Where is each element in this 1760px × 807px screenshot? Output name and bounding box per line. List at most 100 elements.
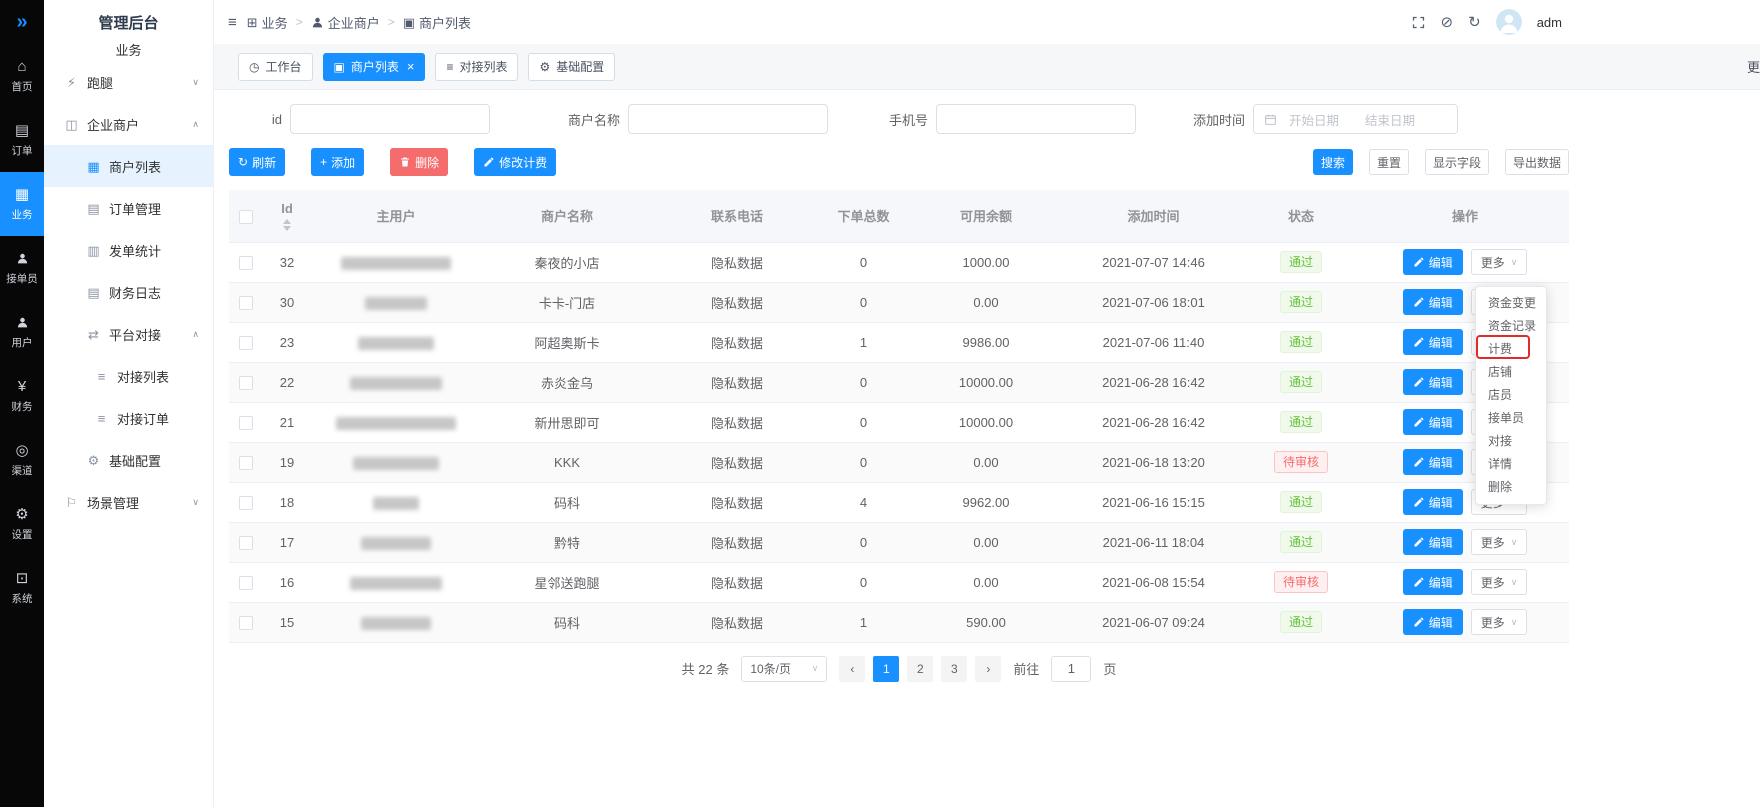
rail-item-渠道[interactable]: ◎渠道 — [0, 428, 44, 492]
date-range-picker[interactable]: 开始日期 结束日期 — [1253, 104, 1458, 134]
more-button[interactable]: 更多 ∨ — [1471, 569, 1528, 595]
edit-button[interactable]: 编辑 — [1403, 609, 1463, 635]
edit-button[interactable]: 编辑 — [1403, 409, 1463, 435]
rail-item-label: 财务 — [12, 399, 33, 414]
refresh-button[interactable]: ↻ 刷新 — [229, 148, 285, 176]
menu-item-接单员[interactable]: 接单员 — [1476, 407, 1546, 430]
edit-button[interactable]: 编辑 — [1403, 289, 1463, 315]
cell-added-time: 2021-06-18 13:20 — [1066, 442, 1241, 482]
avatar[interactable] — [1496, 9, 1522, 35]
add-button[interactable]: + 添加 — [311, 148, 364, 176]
menu-item-店铺[interactable]: 店铺 — [1476, 361, 1546, 384]
reset-button[interactable]: 重置 — [1369, 149, 1409, 175]
rail-item-业务[interactable]: ▦业务 — [0, 172, 44, 236]
cell-merchant-name: 码科 — [481, 482, 653, 522]
menu-item-资金变更[interactable]: 资金变更 — [1476, 292, 1546, 315]
list-icon: ≡ — [94, 370, 109, 383]
rail-item-用户[interactable]: 用户 — [0, 300, 44, 364]
tab-对接列表[interactable]: ≡对接列表 — [435, 53, 518, 81]
page-button-3[interactable]: 3 — [941, 656, 967, 682]
sort-icon[interactable] — [283, 219, 291, 231]
delete-button[interactable]: 删除 — [390, 148, 448, 176]
export-data-button[interactable]: 导出数据 — [1505, 149, 1569, 175]
edit-button[interactable]: 编辑 — [1403, 569, 1463, 595]
breadcrumb-item-商户列表[interactable]: ▣商户列表 — [403, 13, 471, 32]
merchant-name-input[interactable] — [628, 104, 828, 134]
id-input[interactable] — [290, 104, 490, 134]
more-button[interactable]: 更多 ∨ — [1471, 249, 1528, 275]
rail-item-首页[interactable]: ⌂首页 — [0, 44, 44, 108]
tab-基础配置[interactable]: ⚙基础配置 — [528, 53, 615, 81]
row-checkbox[interactable] — [239, 536, 253, 550]
sidebar-item-发单统计[interactable]: ▥发单统计 — [44, 229, 213, 271]
sidebar-item-订单管理[interactable]: ▤订单管理 — [44, 187, 213, 229]
sidebar-item-企业商户[interactable]: ◫企业商户∧ — [44, 103, 213, 145]
collapse-sidebar-icon[interactable]: ≡ — [228, 14, 237, 31]
clock-icon: ◷ — [249, 61, 259, 73]
edit-billing-button[interactable]: 修改计费 — [474, 148, 556, 176]
breadcrumb-item-业务[interactable]: ⊞业务 — [247, 13, 288, 32]
row-checkbox[interactable] — [239, 256, 253, 270]
user-name[interactable]: adm — [1537, 15, 1562, 30]
menu-item-资金记录[interactable]: 资金记录 — [1476, 315, 1546, 338]
row-checkbox[interactable] — [239, 296, 253, 310]
row-checkbox[interactable] — [239, 456, 253, 470]
menu-item-计费[interactable]: 计费 — [1476, 338, 1546, 361]
sidebar-item-对接订单[interactable]: ≡对接订单 — [44, 397, 213, 439]
tab-bar: ◷工作台 ▣商户列表× ≡对接列表 ⚙基础配置 更多 — [214, 44, 1760, 90]
edit-button[interactable]: 编辑 — [1403, 329, 1463, 355]
menu-item-删除[interactable]: 删除 — [1476, 476, 1546, 499]
select-all-checkbox[interactable] — [239, 210, 253, 224]
prev-page-button[interactable]: ‹ — [839, 656, 865, 682]
rail-item-财务[interactable]: ¥财务 — [0, 364, 44, 428]
sidebar-item-对接列表[interactable]: ≡对接列表 — [44, 355, 213, 397]
row-checkbox[interactable] — [239, 496, 253, 510]
tab-工作台[interactable]: ◷工作台 — [238, 53, 313, 81]
column-header-可用余额: 可用余额 — [906, 190, 1066, 242]
row-checkbox[interactable] — [239, 336, 253, 350]
fullscreen-icon[interactable] — [1411, 15, 1426, 30]
rail-item-订单[interactable]: ▤订单 — [0, 108, 44, 172]
edit-button[interactable]: 编辑 — [1403, 449, 1463, 475]
more-button[interactable]: 更多 ∨ — [1471, 529, 1528, 555]
tab-商户列表[interactable]: ▣商户列表× — [323, 53, 426, 81]
close-icon[interactable]: × — [407, 60, 415, 73]
circle-slash-icon[interactable]: ⊘ — [1441, 15, 1454, 30]
sidebar-item-基础配置[interactable]: ⚙基础配置 — [44, 439, 213, 481]
menu-item-详情[interactable]: 详情 — [1476, 453, 1546, 476]
rail-item-系统[interactable]: ⊡系统 — [0, 556, 44, 620]
breadcrumb-item-企业商户[interactable]: 企业商户 — [311, 13, 380, 32]
page-size-select[interactable]: 10条/页 ∨ — [741, 656, 827, 682]
row-checkbox[interactable] — [239, 416, 253, 430]
row-checkbox[interactable] — [239, 376, 253, 390]
column-header-Id[interactable]: Id — [263, 190, 311, 242]
phone-input[interactable] — [936, 104, 1136, 134]
menu-item-对接[interactable]: 对接 — [1476, 430, 1546, 453]
page-button-1[interactable]: 1 — [873, 656, 899, 682]
row-checkbox[interactable] — [239, 576, 253, 590]
more-button[interactable]: 更多 ∨ — [1471, 609, 1528, 635]
edit-button[interactable]: 编辑 — [1403, 489, 1463, 515]
row-checkbox[interactable] — [239, 616, 253, 630]
rail-item-设置[interactable]: ⚙设置 — [0, 492, 44, 556]
goto-page-input[interactable] — [1051, 656, 1091, 682]
edit-button[interactable]: 编辑 — [1403, 249, 1463, 275]
logo-icon[interactable]: » — [0, 0, 44, 44]
refresh-page-icon[interactable]: ↻ — [1468, 15, 1481, 30]
sidebar-item-财务日志[interactable]: ▤财务日志 — [44, 271, 213, 313]
show-fields-button[interactable]: 显示字段 — [1425, 149, 1489, 175]
menu-item-店员[interactable]: 店员 — [1476, 384, 1546, 407]
sidebar-item-场景管理[interactable]: ⚐场景管理∨ — [44, 481, 213, 523]
search-button[interactable]: 搜索 — [1313, 149, 1353, 175]
page-button-2[interactable]: 2 — [907, 656, 933, 682]
row-actions: 编辑 更多 ∨ — [1361, 609, 1569, 635]
edit-button[interactable]: 编辑 — [1403, 369, 1463, 395]
sidebar-item-跑腿[interactable]: ⚡跑腿∨ — [44, 61, 213, 103]
next-page-button[interactable]: › — [975, 656, 1001, 682]
table-row: 17 黔特 隐私数据 0 0.00 2021-06-11 18:04 通过 编辑… — [229, 522, 1569, 562]
sidebar-item-平台对接[interactable]: ⇄平台对接∧ — [44, 313, 213, 355]
tab-bar-more[interactable]: 更多 — [1747, 57, 1760, 76]
rail-item-接单员[interactable]: 接单员 — [0, 236, 44, 300]
edit-button[interactable]: 编辑 — [1403, 529, 1463, 555]
sidebar-item-商户列表[interactable]: ▦商户列表 — [44, 145, 213, 187]
